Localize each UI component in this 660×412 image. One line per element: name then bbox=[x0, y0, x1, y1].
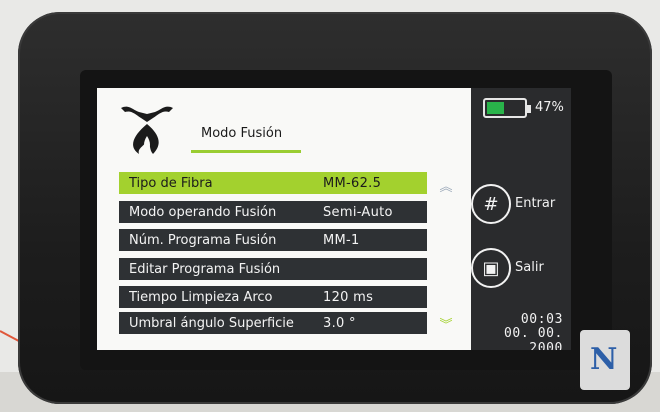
battery-icon bbox=[483, 98, 531, 118]
display-screen: Modo Fusión Tipo de Fibra MM-62.5 Modo o… bbox=[97, 88, 571, 350]
menu-item-label: Editar Programa Fusión bbox=[129, 261, 281, 277]
grid-hash-icon: # bbox=[483, 193, 499, 215]
menu-item-value: 3.0 ° bbox=[323, 315, 356, 331]
exit-button[interactable]: ▣ bbox=[471, 248, 511, 288]
menu-item-value: 120 ms bbox=[323, 289, 374, 305]
menu-item-edit-program[interactable]: Editar Programa Fusión bbox=[119, 258, 427, 280]
side-panel: 47% # Entrar ▣ Salir 00:03 00. 00. 2000 bbox=[471, 88, 571, 350]
title-underline bbox=[191, 150, 301, 153]
double-chevron-up-icon[interactable]: ︽ bbox=[437, 176, 455, 195]
time-display: 00:03 bbox=[520, 312, 563, 327]
menu-item-value: MM-62.5 bbox=[323, 175, 382, 191]
fusion-logo-icon bbox=[121, 106, 173, 154]
menu-item-label: Núm. Programa Fusión bbox=[129, 232, 277, 248]
enter-button[interactable]: # bbox=[471, 184, 511, 224]
menu-item-label: Tipo de Fibra bbox=[129, 175, 213, 191]
page-title: Modo Fusión bbox=[201, 126, 283, 141]
main-panel: Modo Fusión Tipo de Fibra MM-62.5 Modo o… bbox=[97, 88, 471, 350]
menu-item-surface-angle[interactable]: Umbral ángulo Superficie 3.0 ° bbox=[119, 312, 427, 334]
menu-item-program-number[interactable]: Núm. Programa Fusión MM-1 bbox=[119, 229, 427, 251]
battery-level-fill bbox=[487, 102, 504, 114]
exit-box-icon: ▣ bbox=[482, 257, 500, 279]
menu-item-operating-mode[interactable]: Modo operando Fusión Semi-Auto bbox=[119, 201, 427, 223]
menu-item-arc-cleaning-time[interactable]: Tiempo Limpieza Arco 120 ms bbox=[119, 286, 427, 308]
menu-item-label: Umbral ángulo Superficie bbox=[129, 315, 294, 331]
menu-item-fiber-type[interactable]: Tipo de Fibra MM-62.5 bbox=[119, 172, 427, 194]
battery-tip bbox=[527, 105, 531, 113]
date-display: 00. 00. 2000 bbox=[504, 326, 563, 350]
menu-item-label: Modo operando Fusión bbox=[129, 204, 277, 220]
enter-label[interactable]: Entrar bbox=[515, 196, 555, 211]
menu-item-label: Tiempo Limpieza Arco bbox=[129, 289, 273, 305]
battery-percent: 47% bbox=[535, 100, 564, 115]
menu-item-value: MM-1 bbox=[323, 232, 360, 248]
double-chevron-down-icon[interactable]: ︾ bbox=[437, 314, 455, 333]
menu-item-value: Semi-Auto bbox=[323, 204, 393, 220]
watermark-letter-icon: N bbox=[590, 342, 618, 377]
watermark-logo: N bbox=[580, 330, 630, 390]
exit-label[interactable]: Salir bbox=[515, 260, 544, 275]
